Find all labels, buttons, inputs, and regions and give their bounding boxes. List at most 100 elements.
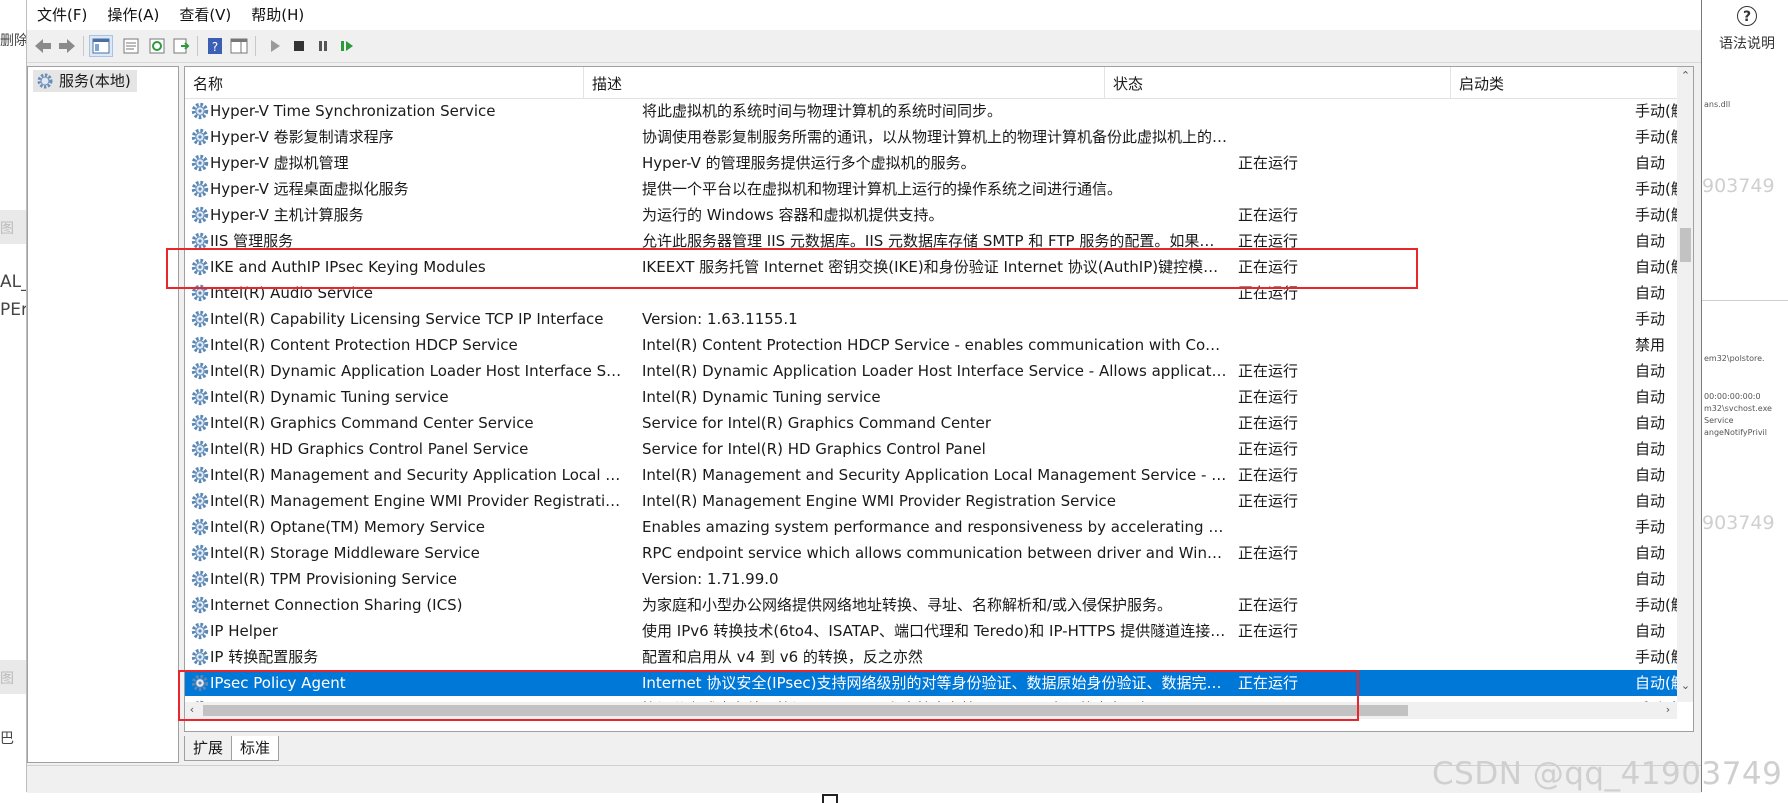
- service-description-cell: Intel(R) Dynamic Tuning service: [642, 388, 881, 406]
- service-row[interactable]: Intel(R) Optane(TM) Memory Service Enable…: [185, 514, 1677, 540]
- menu-file[interactable]: 文件(F): [27, 0, 97, 30]
- service-row[interactable]: Hyper-V 虚拟机管理 Hyper-V 的管理服务提供运行多个虚拟机的服务。 正…: [185, 150, 1677, 176]
- service-status-cell: 正在运行: [1238, 258, 1299, 276]
- service-description-cell: 为家庭和小型办公网络提供网络地址转换、寻址、名称解析和/或入侵保护服务。: [642, 596, 1173, 614]
- service-row[interactable]: Hyper-V 远程桌面虚拟化服务 提供一个平台以在虚拟机和物理计算机上运行的操作…: [185, 176, 1677, 202]
- column-header-name[interactable]: 名称: [185, 67, 584, 98]
- menu-view[interactable]: 查看(V): [169, 0, 241, 30]
- service-row[interactable]: Hyper-V 卷影复制请求程序 协调使用卷影复制服务所需的通讯，以从物理计算机上…: [185, 124, 1677, 150]
- service-name-cell: Intel(R) Content Protection HDCP Service: [210, 336, 518, 354]
- service-description-cell: Intel(R) Management Engine WMI Provider …: [642, 492, 1117, 510]
- service-status-cell: 正在运行: [1238, 206, 1299, 224]
- column-header-description[interactable]: 描述: [584, 67, 1105, 98]
- refresh-icon[interactable]: [145, 35, 169, 57]
- syntax-help-button[interactable]: ? 语法说明: [1706, 6, 1788, 53]
- service-status-cell: 正在运行: [1238, 440, 1299, 458]
- help-icon[interactable]: ?: [203, 35, 227, 57]
- bg-fragment-3: PEr: [0, 300, 26, 320]
- resume-service-icon[interactable]: [335, 35, 359, 57]
- menu-help[interactable]: 帮助(H): [241, 0, 314, 30]
- back-arrow-icon[interactable]: [31, 35, 55, 57]
- show-hide-tree-icon[interactable]: [89, 35, 113, 57]
- console-tree: 服务(本地): [27, 66, 179, 763]
- horizontal-scrollbar[interactable]: ‹ ›: [185, 702, 1677, 719]
- vertical-scroll-thumb[interactable]: [1680, 228, 1691, 262]
- service-startup-type-cell: 手动(触: [1635, 648, 1677, 666]
- menu-action[interactable]: 操作(A): [97, 0, 169, 30]
- scroll-right-icon[interactable]: ›: [1661, 703, 1675, 716]
- service-status-cell: 正在运行: [1238, 154, 1299, 172]
- service-name-cell: Intel(R) Dynamic Application Loader Host…: [210, 362, 622, 380]
- horizontal-scroll-thumb[interactable]: [203, 705, 1408, 716]
- service-row[interactable]: Intel(R) Audio Service 正在运行 自动: [185, 280, 1677, 306]
- column-header-status[interactable]: 状态: [1105, 67, 1451, 98]
- service-row[interactable]: Intel(R) HD Graphics Control Panel Servi…: [185, 436, 1677, 462]
- service-row[interactable]: Hyper-V 主机计算服务 为运行的 Windows 容器和虚拟机提供支持。 正在…: [185, 202, 1677, 228]
- service-row[interactable]: IP 转换配置服务 配置和启用从 v4 到 v6 的转换，反之亦然 手动(触: [185, 644, 1677, 670]
- service-description-cell: 允许此服务器管理 IIS 元数据库。IIS 元数据库存储 SMTP 和 FTP …: [642, 232, 1228, 250]
- service-row[interactable]: Internet Connection Sharing (ICS) 为家庭和小型办…: [185, 592, 1677, 618]
- service-name-cell: Hyper-V 卷影复制请求程序: [210, 128, 394, 146]
- service-name-cell: Intel(R) TPM Provisioning Service: [210, 570, 457, 588]
- service-row[interactable]: Intel(R) Graphics Command Center Service…: [185, 410, 1677, 436]
- bg-fragment-delete: 删除: [0, 33, 26, 49]
- properties-icon[interactable]: [119, 35, 143, 57]
- tab-standard[interactable]: 标准: [231, 736, 280, 761]
- service-row[interactable]: IP Helper 使用 IPv6 转换技术(6to4、ISATAP、端口代理和 …: [185, 618, 1677, 644]
- service-description-cell: Version: 1.63.1155.1: [642, 310, 798, 328]
- service-description-cell: Service for Intel(R) HD Graphics Control…: [642, 440, 986, 458]
- service-row[interactable]: Intel(R) Management Engine WMI Provider …: [185, 488, 1677, 514]
- service-description-cell: IKEEXT 服务托管 Internet 密钥交换(IKE)和身份验证 Inte…: [642, 258, 1228, 276]
- service-row[interactable]: IIS 管理服务 允许此服务器管理 IIS 元数据库。IIS 元数据库存储 SMT…: [185, 228, 1677, 254]
- svg-text:?: ?: [212, 40, 218, 54]
- service-row[interactable]: Intel(R) Dynamic Application Loader Host…: [185, 358, 1677, 384]
- toolbar-separator: [83, 36, 84, 56]
- scroll-up-icon[interactable]: ⌃: [1677, 69, 1693, 82]
- service-row[interactable]: Intel(R) Capability Licensing Service TC…: [185, 306, 1677, 332]
- bottom-edge-glyph: [822, 794, 838, 803]
- service-status-cell: 正在运行: [1238, 362, 1299, 380]
- tab-extended[interactable]: 扩展: [184, 736, 233, 761]
- service-row[interactable]: IKE and AuthIP IPsec Keying Modules IKEEX…: [185, 254, 1677, 280]
- service-row[interactable]: Hyper-V Time Synchronization Service 将此虚拟…: [185, 98, 1677, 124]
- bg-right-fragment-1: em32\polstore.: [1704, 354, 1765, 363]
- service-name-cell: Intel(R) Audio Service: [210, 284, 373, 302]
- service-startup-type-cell: 自动: [1635, 232, 1666, 250]
- show-action-pane-icon[interactable]: [227, 35, 251, 57]
- forward-arrow-icon[interactable]: [55, 35, 79, 57]
- service-description-cell: RPC endpoint service which allows commun…: [642, 544, 1228, 562]
- service-name-cell: Intel(R) Dynamic Tuning service: [210, 388, 449, 406]
- service-row[interactable]: Intel(R) TPM Provisioning Service Version…: [185, 566, 1677, 592]
- service-row[interactable]: Intel(R) Management and Security Applica…: [185, 462, 1677, 488]
- service-name-cell: Intel(R) Storage Middleware Service: [210, 544, 480, 562]
- service-startup-type-cell: 自动: [1635, 284, 1666, 302]
- service-status-cell: [1238, 566, 1358, 592]
- service-status-cell: [1238, 176, 1358, 202]
- service-startup-type-cell: 自动: [1635, 388, 1666, 406]
- background-left-strip: 删除 图 AL_ PEr 图 巴: [0, 0, 26, 803]
- service-row[interactable]: Intel(R) Dynamic Tuning service Intel(R) …: [185, 384, 1677, 410]
- scroll-left-icon[interactable]: ‹: [185, 703, 199, 716]
- service-description-cell: Hyper-V 的管理服务提供运行多个虚拟机的服务。: [642, 154, 976, 172]
- service-name-cell: Intel(R) Capability Licensing Service TC…: [210, 310, 604, 328]
- stop-service-icon[interactable]: [287, 35, 311, 57]
- service-status-cell: 正在运行: [1238, 414, 1299, 432]
- pause-service-icon[interactable]: [311, 35, 335, 57]
- start-service-icon[interactable]: [263, 35, 287, 57]
- service-startup-type-cell: 手动(触: [1635, 180, 1677, 198]
- service-status-cell: 正在运行: [1238, 466, 1299, 484]
- list-header: 名称 ^ 描述 状态 启动类: [185, 67, 1677, 99]
- tree-node-services-local[interactable]: 服务(本地): [33, 70, 137, 92]
- service-startup-type-cell: 手动: [1635, 310, 1666, 328]
- service-startup-type-cell: 自动: [1635, 466, 1666, 484]
- service-status-cell: 正在运行: [1238, 544, 1299, 562]
- column-header-startup-type[interactable]: 启动类: [1451, 67, 1677, 98]
- service-name-cell: IKE and AuthIP IPsec Keying Modules: [210, 258, 486, 276]
- scroll-down-icon[interactable]: ⌄: [1677, 679, 1693, 692]
- vertical-scrollbar[interactable]: ⌃ ⌄: [1677, 67, 1693, 702]
- export-list-icon[interactable]: [169, 35, 193, 57]
- service-row[interactable]: Intel(R) Storage Middleware Service RPC e…: [185, 540, 1677, 566]
- service-row[interactable]: Intel(R) Content Protection HDCP Service…: [185, 332, 1677, 358]
- services-list: 名称 ^ 描述 状态 启动类 Hyper-V Time Synchronizat…: [184, 66, 1694, 732]
- service-row[interactable]: IPsec Policy Agent Internet 协议安全(IPsec)支持…: [185, 670, 1677, 696]
